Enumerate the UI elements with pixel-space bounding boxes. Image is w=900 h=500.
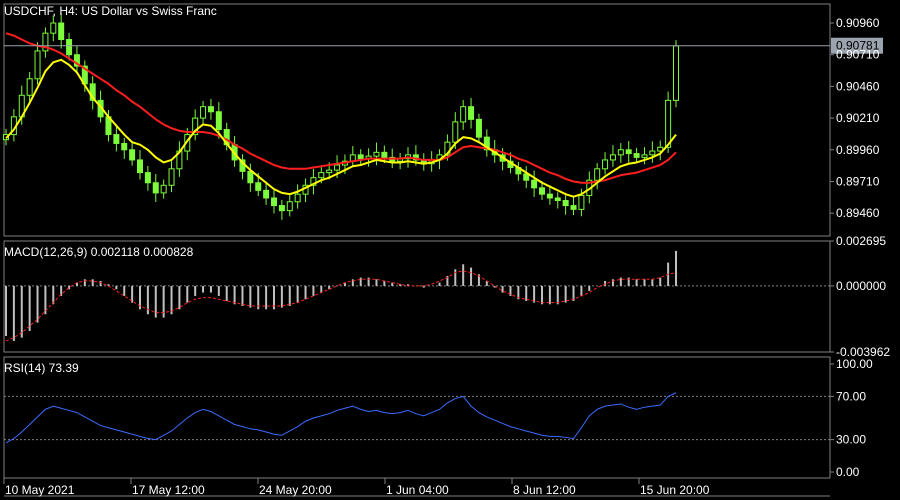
candle-body [570,205,577,210]
rsi-tick-label: 30.00 [836,433,866,447]
macd-signal-line [5,270,677,342]
candle-body [531,179,538,189]
candle-body [66,38,73,56]
panel-frame-rsi [3,356,831,479]
candle-body [334,164,341,171]
time-tick-label: 15 Jun 20:00 [640,483,710,497]
candle-body [381,151,388,158]
price-tick-label: 0.89460 [836,206,880,220]
candle-body [215,111,222,131]
candle-body [546,193,553,199]
time-tick-label: 17 May 12:00 [132,483,205,497]
rsi-line [5,392,677,444]
candle-body [113,134,120,144]
candle-body [665,99,672,148]
rsi-tick-label: 0.00 [836,465,860,479]
candle-body [152,182,159,194]
candle-body [168,168,175,186]
candle-body [562,200,569,207]
candle-body [286,201,293,212]
candle-body [649,150,656,156]
time-tick-label: 24 May 20:00 [259,483,332,497]
candle-body [578,194,585,210]
price-tick-label: 0.89710 [836,174,880,188]
candle-body [278,205,285,212]
candle-body [144,172,151,184]
candle-body [373,151,380,157]
candle-body [617,149,624,156]
candle-body [34,50,41,80]
price-tick-label: 0.90210 [836,111,880,125]
macd-title: MACD(12,26,9) 0.002118 0.000828 [4,245,194,259]
time-tick-label: 8 Jun 12:00 [513,483,576,497]
candle-body [625,149,632,155]
ma-slow-line [5,32,677,184]
macd-tick-label: 0.002695 [836,234,886,248]
candle-body [452,121,459,143]
candle-body [554,197,561,202]
candle-body [468,106,475,120]
rsi-title: RSI(14) 73.39 [4,361,79,375]
candle-body [602,159,609,170]
candle-body [294,193,301,203]
candle-body [207,106,214,113]
price-tick-label: 0.90960 [836,16,880,30]
time-tick-label: 1 Jun 04:00 [386,483,449,497]
candle-body [255,182,262,191]
main-chart-title: USDCHF, H4: US Dollar vs Swiss Franc [4,4,217,18]
candle-body [326,169,333,174]
candle-body [475,118,482,138]
candle-body [247,170,254,184]
candle-body [50,22,57,34]
candle-body [129,149,136,161]
candle-body [460,106,467,123]
rsi-tick-label: 100.00 [836,357,873,371]
candle-body [200,106,207,119]
panel-frame-main [3,3,831,237]
candle-body [58,22,65,40]
candle-body [673,45,679,101]
price-tick-label: 0.90460 [836,79,880,93]
current-price-label: 0.90781 [836,39,880,53]
candle-body [318,172,325,179]
candle-body [357,154,364,160]
candle-body [121,142,128,151]
candle-body [160,184,167,194]
rsi-tick-label: 70.00 [836,389,866,403]
candle-body [26,78,33,96]
candle-body [633,153,640,158]
candle-body [271,197,277,207]
candle-body [539,187,545,195]
candle-body [594,168,601,181]
candle-body [137,159,143,174]
candle-body [263,189,270,199]
chart-text: USDCHF, H4: US Dollar vs Swiss Franc MAC… [4,4,890,497]
macd-tick-label: 0.000000 [836,279,886,293]
time-tick-label: 10 May 2021 [5,483,75,497]
price-tick-label: 0.89960 [836,143,880,157]
candle-body [641,154,648,158]
chart-root: USDCHF, H4: US Dollar vs Swiss Franc MAC… [3,3,890,497]
candle-body [609,154,616,161]
